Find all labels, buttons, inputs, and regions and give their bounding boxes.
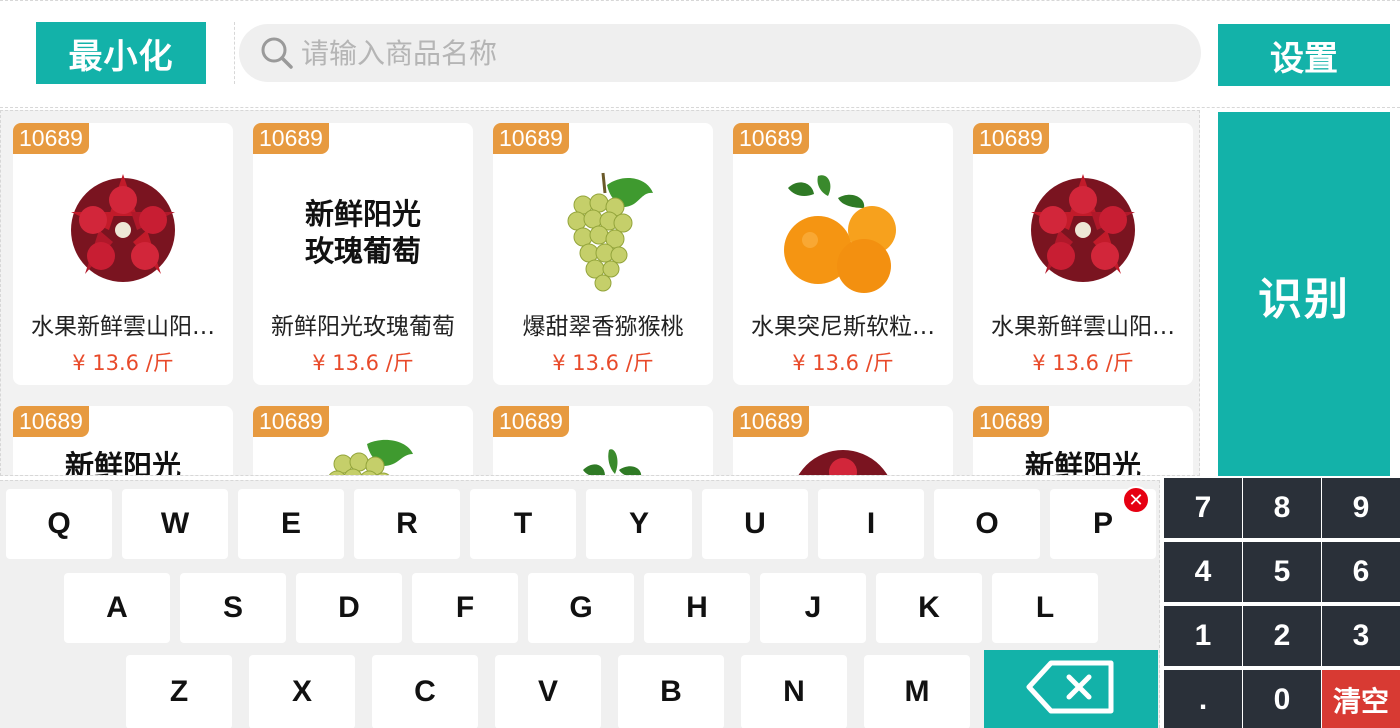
key-i[interactable]: I: [818, 489, 924, 559]
product-card[interactable]: 10689 新鲜阳光: [13, 406, 233, 476]
product-code-badge: 10689: [733, 406, 809, 437]
product-price: ¥ 13.6 /斤: [312, 351, 414, 375]
product-code-badge: 10689: [13, 406, 89, 437]
key-x[interactable]: X: [249, 655, 355, 728]
recognize-button[interactable]: 识别: [1218, 112, 1390, 478]
grapes-image: [253, 436, 473, 475]
product-name: 爆甜翠香猕猴桃: [522, 314, 684, 340]
key-f[interactable]: F: [412, 573, 518, 643]
product-image-text: 新鲜阳光: [13, 448, 233, 476]
key-e[interactable]: E: [238, 489, 344, 559]
key-m[interactable]: M: [864, 655, 970, 728]
key-d[interactable]: D: [296, 573, 402, 643]
product-card[interactable]: 10689 水果新鲜雲山阳… ¥ 13.6 /斤: [13, 123, 233, 385]
product-price: ¥ 13.6 /斤: [552, 351, 654, 375]
key-2[interactable]: 2: [1243, 606, 1321, 666]
search-icon: [259, 35, 295, 71]
key-dot[interactable]: .: [1164, 670, 1242, 728]
key-c[interactable]: C: [372, 655, 478, 728]
pomegranate-image: [13, 153, 233, 313]
key-7[interactable]: 7: [1164, 478, 1242, 538]
pomegranate-image: [733, 446, 953, 475]
key-0[interactable]: 0: [1243, 670, 1321, 728]
minimize-button[interactable]: 最小化: [36, 22, 206, 84]
product-code-badge: 10689: [253, 406, 329, 437]
oranges-image: [493, 446, 713, 475]
key-y[interactable]: Y: [586, 489, 692, 559]
image-text: 新鲜阳光 玫瑰葡萄: [304, 197, 421, 268]
key-z[interactable]: Z: [126, 655, 232, 728]
key-3[interactable]: 3: [1322, 606, 1400, 666]
key-o[interactable]: O: [934, 489, 1040, 559]
product-card[interactable]: 10689: [253, 406, 473, 475]
product-card[interactable]: 10689: [493, 406, 713, 475]
product-code-badge: 10689: [253, 123, 329, 154]
key-v[interactable]: V: [495, 655, 601, 728]
product-price: ¥ 13.6 /斤: [1032, 351, 1134, 375]
pomegranate-image: [973, 153, 1193, 313]
product-code-badge: 10689: [13, 123, 89, 154]
oranges-image: [733, 153, 953, 313]
key-g[interactable]: G: [528, 573, 634, 643]
product-image-text: 新鲜阳光: [973, 448, 1193, 476]
product-card[interactable]: 10689 新鲜阳光: [973, 406, 1193, 476]
key-6[interactable]: 6: [1322, 542, 1400, 602]
key-k[interactable]: K: [876, 573, 982, 643]
key-1[interactable]: 1: [1164, 606, 1242, 666]
clear-button[interactable]: 清空: [1322, 670, 1400, 728]
backspace-icon: [1025, 659, 1117, 719]
product-card[interactable]: 10689 爆甜翠香猕猴桃 ¥ 13.6 /斤: [493, 123, 713, 385]
key-j[interactable]: J: [760, 573, 866, 643]
grapes-image: [493, 153, 713, 313]
product-name: 水果突尼斯软粒…: [751, 314, 935, 340]
key-u[interactable]: U: [702, 489, 808, 559]
numeric-keypad: 7 8 9 4 5 6 1 2 3 . 0 清空: [1160, 476, 1400, 728]
product-card[interactable]: 10689: [733, 406, 953, 475]
image-text: 新鲜阳光: [1024, 449, 1141, 476]
product-code-badge: 10689: [973, 123, 1049, 154]
product-card[interactable]: 10689 新鲜阳光 玫瑰葡萄 新鲜阳光玫瑰葡萄 ¥ 13.6 /斤: [253, 123, 473, 385]
search-bar: [234, 22, 1202, 84]
product-code-badge: 10689: [493, 406, 569, 437]
product-name: 水果新鲜雲山阳…: [31, 314, 215, 340]
product-image-text: 新鲜阳光 玫瑰葡萄: [253, 153, 473, 313]
key-4[interactable]: 4: [1164, 542, 1242, 602]
product-price: ¥ 13.6 /斤: [792, 351, 894, 375]
key-q[interactable]: Q: [6, 489, 112, 559]
search-input[interactable]: [301, 28, 1181, 78]
close-icon[interactable]: ✕: [1122, 486, 1150, 514]
key-a[interactable]: A: [64, 573, 170, 643]
key-n[interactable]: N: [741, 655, 847, 728]
image-text: 新鲜阳光: [64, 449, 181, 476]
product-code-badge: 10689: [493, 123, 569, 154]
product-card[interactable]: 10689 水果新鲜雲山阳… ¥ 13.6 /斤: [973, 123, 1193, 385]
search-box[interactable]: [239, 24, 1201, 82]
key-9[interactable]: 9: [1322, 478, 1400, 538]
product-name: 新鲜阳光玫瑰葡萄: [271, 314, 455, 340]
key-l[interactable]: L: [992, 573, 1098, 643]
key-s[interactable]: S: [180, 573, 286, 643]
key-w[interactable]: W: [122, 489, 228, 559]
product-card[interactable]: 10689 水果突尼斯软粒… ¥ 13.6 /斤: [733, 123, 953, 385]
product-code-badge: 10689: [973, 406, 1049, 437]
settings-button[interactable]: 设置: [1218, 24, 1390, 86]
key-r[interactable]: R: [354, 489, 460, 559]
product-name: 水果新鲜雲山阳…: [991, 314, 1175, 340]
backspace-button[interactable]: [984, 650, 1158, 728]
key-5[interactable]: 5: [1243, 542, 1321, 602]
key-b[interactable]: B: [618, 655, 724, 728]
key-8[interactable]: 8: [1243, 478, 1321, 538]
product-price: ¥ 13.6 /斤: [72, 351, 174, 375]
key-t[interactable]: T: [470, 489, 576, 559]
product-code-badge: 10689: [733, 123, 809, 154]
key-h[interactable]: H: [644, 573, 750, 643]
product-grid: 10689 水果新鲜雲山阳… ¥ 13.6 /斤 10689 新鲜阳光 玫瑰葡萄…: [0, 110, 1200, 476]
